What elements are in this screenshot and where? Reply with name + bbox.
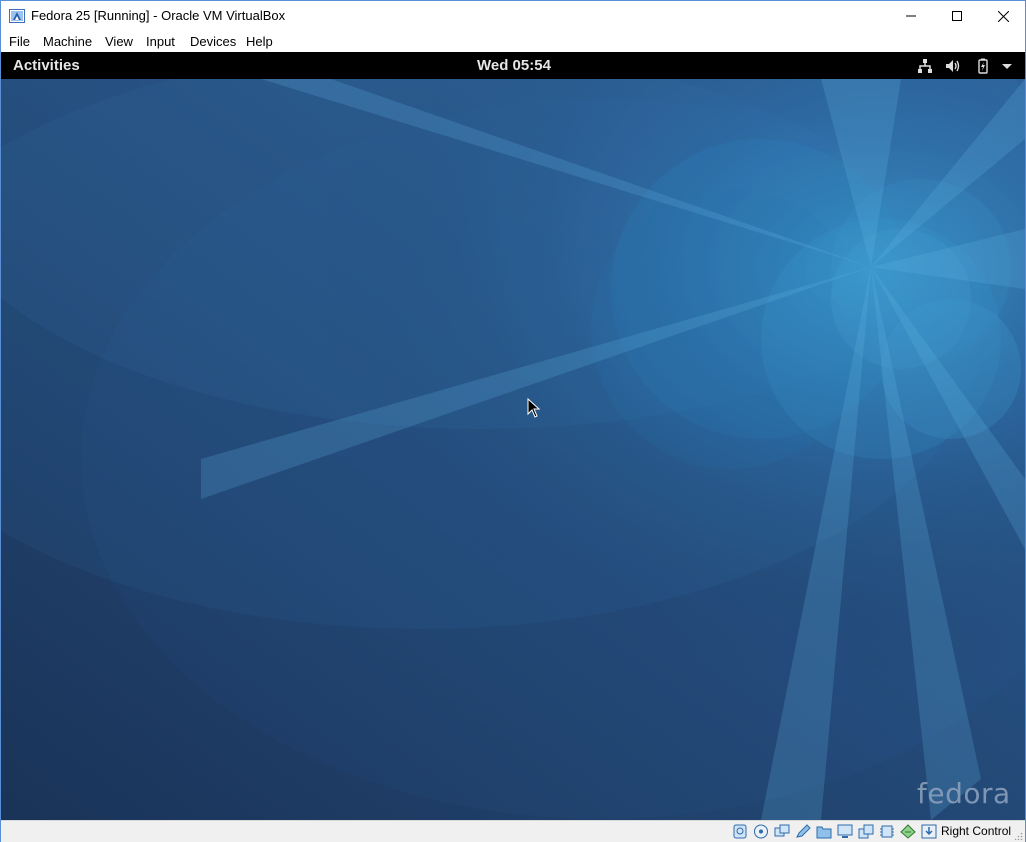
- mouse-cursor-icon: [527, 398, 541, 418]
- desktop-wallpaper: [1, 79, 1025, 820]
- battery-icon[interactable]: [975, 58, 991, 74]
- menu-devices[interactable]: Devices: [190, 34, 236, 49]
- titlebar[interactable]: Fedora 25 [Running] - Oracle VM VirtualB…: [1, 1, 1025, 31]
- virtualbox-window: Fedora 25 [Running] - Oracle VM VirtualB…: [0, 0, 1026, 842]
- cpu-icon[interactable]: [879, 824, 895, 839]
- maximize-icon: [952, 11, 962, 21]
- window-title: Fedora 25 [Running] - Oracle VM VirtualB…: [31, 8, 286, 23]
- activities-button[interactable]: Activities: [13, 57, 80, 74]
- shared-folder-icon[interactable]: [816, 824, 832, 839]
- minimize-icon: [906, 15, 916, 17]
- menubar: File Machine View Input Devices Help: [1, 31, 1025, 52]
- menu-help[interactable]: Help: [246, 34, 273, 49]
- display-icon[interactable]: [837, 824, 853, 839]
- optical-drive-icon[interactable]: [753, 824, 769, 839]
- hard-disk-icon[interactable]: [732, 824, 748, 839]
- fedora-logo: fedora: [917, 777, 1011, 810]
- dropdown-arrow-icon[interactable]: [999, 58, 1015, 74]
- close-icon: [997, 10, 1009, 22]
- pen-icon[interactable]: [795, 824, 811, 839]
- menu-input[interactable]: Input: [146, 34, 175, 49]
- minimize-button[interactable]: [888, 1, 934, 31]
- menu-view[interactable]: View: [105, 34, 133, 49]
- virtualbox-app-icon: [9, 9, 25, 23]
- mouse-integration-icon[interactable]: [900, 824, 916, 839]
- keyboard-capture-icon[interactable]: [921, 824, 937, 839]
- maximize-button[interactable]: [934, 1, 980, 31]
- statusbar: Right Control: [1, 820, 1025, 842]
- host-key-label: Right Control: [941, 824, 1012, 838]
- network-wired-icon[interactable]: [917, 58, 933, 74]
- clock[interactable]: Wed 05:54: [477, 57, 551, 74]
- resize-grip-icon[interactable]: [1015, 832, 1023, 840]
- menu-file[interactable]: File: [9, 34, 30, 49]
- volume-icon[interactable]: [945, 58, 961, 74]
- close-button[interactable]: [980, 1, 1026, 31]
- vm-display[interactable]: Activities Wed 05:54 fedora: [1, 52, 1025, 820]
- network-adapter-icon[interactable]: [858, 824, 874, 839]
- usb-icon[interactable]: [774, 824, 790, 839]
- gnome-top-bar: Activities Wed 05:54: [1, 52, 1025, 79]
- menu-machine[interactable]: Machine: [43, 34, 92, 49]
